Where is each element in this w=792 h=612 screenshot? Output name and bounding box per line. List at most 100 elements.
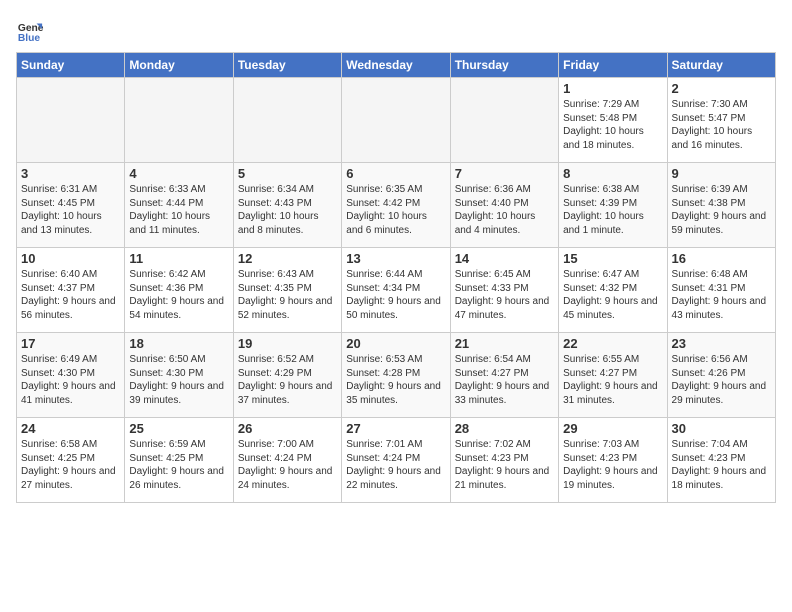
day-number: 5 [238, 166, 337, 181]
day-info: Sunrise: 6:53 AM Sunset: 4:28 PM Dayligh… [346, 353, 445, 407]
calendar-cell: 23 Sunrise: 6:56 AM Sunset: 4:26 PM Dayl… [667, 333, 775, 418]
day-info: Sunrise: 7:30 AM Sunset: 5:47 PM Dayligh… [672, 98, 771, 152]
day-number: 24 [21, 421, 120, 436]
daylight-text: Daylight: 10 hours and 8 minutes. [238, 210, 337, 237]
sunset-text: Sunset: 4:25 PM [21, 452, 120, 466]
sunrise-text: Sunrise: 6:45 AM [455, 268, 554, 282]
sunrise-text: Sunrise: 6:53 AM [346, 353, 445, 367]
day-number: 30 [672, 421, 771, 436]
sunset-text: Sunset: 4:42 PM [346, 197, 445, 211]
sunset-text: Sunset: 4:30 PM [21, 367, 120, 381]
sunset-text: Sunset: 5:48 PM [563, 112, 662, 126]
day-number: 9 [672, 166, 771, 181]
day-number: 26 [238, 421, 337, 436]
daylight-text: Daylight: 9 hours and 21 minutes. [455, 465, 554, 492]
logo-icon: General Blue [16, 16, 44, 44]
calendar-cell: 25 Sunrise: 6:59 AM Sunset: 4:25 PM Dayl… [125, 418, 233, 503]
calendar-cell: 5 Sunrise: 6:34 AM Sunset: 4:43 PM Dayli… [233, 163, 341, 248]
day-number: 23 [672, 336, 771, 351]
week-row-4: 17 Sunrise: 6:49 AM Sunset: 4:30 PM Dayl… [17, 333, 776, 418]
daylight-text: Daylight: 9 hours and 54 minutes. [129, 295, 228, 322]
logo: General Blue [16, 16, 44, 44]
calendar-cell [17, 78, 125, 163]
calendar-cell: 29 Sunrise: 7:03 AM Sunset: 4:23 PM Dayl… [559, 418, 667, 503]
day-info: Sunrise: 7:01 AM Sunset: 4:24 PM Dayligh… [346, 438, 445, 492]
sunrise-text: Sunrise: 6:59 AM [129, 438, 228, 452]
day-number: 8 [563, 166, 662, 181]
sunrise-text: Sunrise: 7:00 AM [238, 438, 337, 452]
sunset-text: Sunset: 4:30 PM [129, 367, 228, 381]
sunrise-text: Sunrise: 6:35 AM [346, 183, 445, 197]
daylight-text: Daylight: 9 hours and 35 minutes. [346, 380, 445, 407]
calendar-cell [233, 78, 341, 163]
sunset-text: Sunset: 4:26 PM [672, 367, 771, 381]
daylight-text: Daylight: 9 hours and 47 minutes. [455, 295, 554, 322]
daylight-text: Daylight: 10 hours and 6 minutes. [346, 210, 445, 237]
day-number: 22 [563, 336, 662, 351]
day-header-tuesday: Tuesday [233, 53, 341, 78]
calendar-cell: 13 Sunrise: 6:44 AM Sunset: 4:34 PM Dayl… [342, 248, 450, 333]
day-number: 27 [346, 421, 445, 436]
sunset-text: Sunset: 4:33 PM [455, 282, 554, 296]
sunrise-text: Sunrise: 6:44 AM [346, 268, 445, 282]
sunset-text: Sunset: 4:29 PM [238, 367, 337, 381]
calendar-cell: 15 Sunrise: 6:47 AM Sunset: 4:32 PM Dayl… [559, 248, 667, 333]
sunset-text: Sunset: 4:43 PM [238, 197, 337, 211]
sunset-text: Sunset: 4:24 PM [238, 452, 337, 466]
week-row-3: 10 Sunrise: 6:40 AM Sunset: 4:37 PM Dayl… [17, 248, 776, 333]
sunrise-text: Sunrise: 6:47 AM [563, 268, 662, 282]
day-header-friday: Friday [559, 53, 667, 78]
sunrise-text: Sunrise: 6:36 AM [455, 183, 554, 197]
day-info: Sunrise: 6:58 AM Sunset: 4:25 PM Dayligh… [21, 438, 120, 492]
daylight-text: Daylight: 9 hours and 41 minutes. [21, 380, 120, 407]
sunrise-text: Sunrise: 6:58 AM [21, 438, 120, 452]
day-info: Sunrise: 6:49 AM Sunset: 4:30 PM Dayligh… [21, 353, 120, 407]
sunset-text: Sunset: 4:34 PM [346, 282, 445, 296]
sunrise-text: Sunrise: 7:01 AM [346, 438, 445, 452]
sunrise-text: Sunrise: 6:40 AM [21, 268, 120, 282]
day-info: Sunrise: 6:44 AM Sunset: 4:34 PM Dayligh… [346, 268, 445, 322]
daylight-text: Daylight: 9 hours and 29 minutes. [672, 380, 771, 407]
day-number: 28 [455, 421, 554, 436]
day-info: Sunrise: 7:00 AM Sunset: 4:24 PM Dayligh… [238, 438, 337, 492]
week-row-1: 1 Sunrise: 7:29 AM Sunset: 5:48 PM Dayli… [17, 78, 776, 163]
sunset-text: Sunset: 4:39 PM [563, 197, 662, 211]
sunset-text: Sunset: 4:27 PM [455, 367, 554, 381]
day-header-thursday: Thursday [450, 53, 558, 78]
day-info: Sunrise: 6:31 AM Sunset: 4:45 PM Dayligh… [21, 183, 120, 237]
day-info: Sunrise: 6:59 AM Sunset: 4:25 PM Dayligh… [129, 438, 228, 492]
calendar-cell [450, 78, 558, 163]
daylight-text: Daylight: 10 hours and 4 minutes. [455, 210, 554, 237]
sunset-text: Sunset: 4:35 PM [238, 282, 337, 296]
daylight-text: Daylight: 9 hours and 22 minutes. [346, 465, 445, 492]
calendar-cell: 22 Sunrise: 6:55 AM Sunset: 4:27 PM Dayl… [559, 333, 667, 418]
daylight-text: Daylight: 9 hours and 33 minutes. [455, 380, 554, 407]
calendar-cell: 12 Sunrise: 6:43 AM Sunset: 4:35 PM Dayl… [233, 248, 341, 333]
daylight-text: Daylight: 10 hours and 13 minutes. [21, 210, 120, 237]
day-number: 10 [21, 251, 120, 266]
calendar-table: SundayMondayTuesdayWednesdayThursdayFrid… [16, 52, 776, 503]
calendar-cell: 14 Sunrise: 6:45 AM Sunset: 4:33 PM Dayl… [450, 248, 558, 333]
day-info: Sunrise: 6:38 AM Sunset: 4:39 PM Dayligh… [563, 183, 662, 237]
day-number: 19 [238, 336, 337, 351]
daylight-text: Daylight: 10 hours and 1 minute. [563, 210, 662, 237]
sunrise-text: Sunrise: 6:39 AM [672, 183, 771, 197]
calendar-cell: 27 Sunrise: 7:01 AM Sunset: 4:24 PM Dayl… [342, 418, 450, 503]
sunrise-text: Sunrise: 6:54 AM [455, 353, 554, 367]
calendar-cell: 8 Sunrise: 6:38 AM Sunset: 4:39 PM Dayli… [559, 163, 667, 248]
sunset-text: Sunset: 4:25 PM [129, 452, 228, 466]
sunrise-text: Sunrise: 6:55 AM [563, 353, 662, 367]
day-number: 16 [672, 251, 771, 266]
day-info: Sunrise: 6:54 AM Sunset: 4:27 PM Dayligh… [455, 353, 554, 407]
sunrise-text: Sunrise: 6:43 AM [238, 268, 337, 282]
sunset-text: Sunset: 4:28 PM [346, 367, 445, 381]
sunset-text: Sunset: 4:23 PM [672, 452, 771, 466]
day-info: Sunrise: 6:48 AM Sunset: 4:31 PM Dayligh… [672, 268, 771, 322]
calendar-cell: 6 Sunrise: 6:35 AM Sunset: 4:42 PM Dayli… [342, 163, 450, 248]
sunrise-text: Sunrise: 6:50 AM [129, 353, 228, 367]
day-number: 13 [346, 251, 445, 266]
sunrise-text: Sunrise: 6:38 AM [563, 183, 662, 197]
sunrise-text: Sunrise: 7:30 AM [672, 98, 771, 112]
calendar-cell: 24 Sunrise: 6:58 AM Sunset: 4:25 PM Dayl… [17, 418, 125, 503]
sunset-text: Sunset: 5:47 PM [672, 112, 771, 126]
